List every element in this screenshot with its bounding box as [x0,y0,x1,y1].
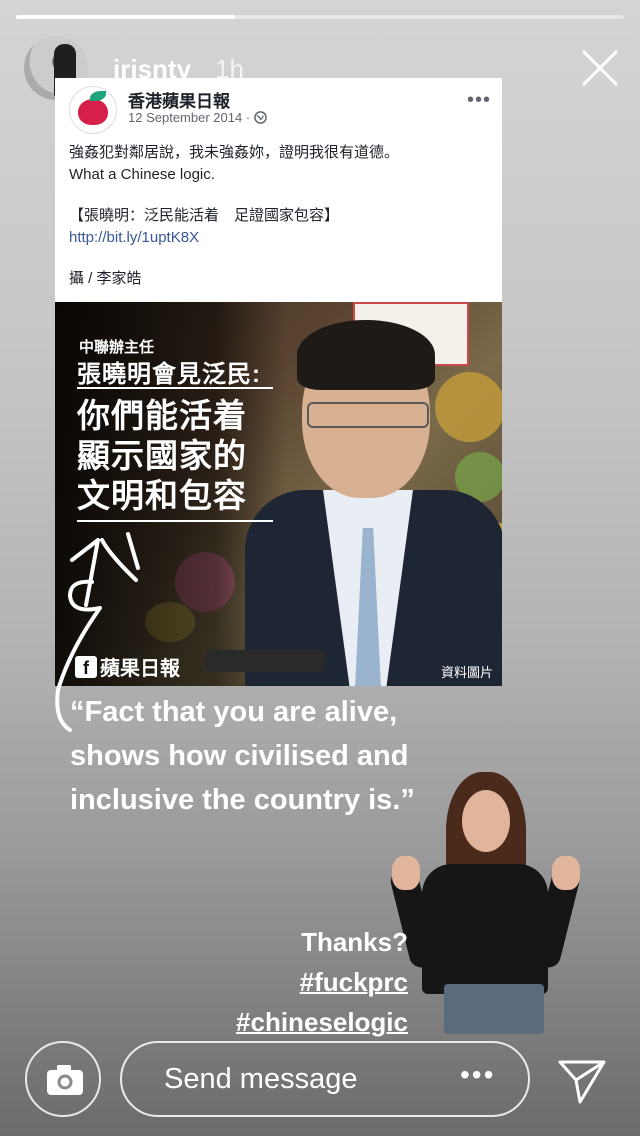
post-link: http://bit.ly/1uptK8X [69,229,200,246]
send-direct-button[interactable] [556,1054,608,1106]
more-options-icon[interactable]: ••• [460,1059,495,1091]
paper-plane-icon [558,1060,606,1104]
page-name: 香港蘋果日報 [128,92,230,111]
microphones [205,650,325,672]
thanks-text: Thanks? [301,927,408,957]
post-date: 12 September 2014 · [128,110,267,125]
caption-line: 你們能活着 [77,397,247,434]
post-date-text: 12 September 2014 · [128,110,251,125]
camera-button[interactable] [25,1041,101,1117]
photo-credit: 攝 / 李家皓 [69,270,142,287]
story-progress-bar [16,15,624,19]
woman-shrugging-sticker [388,772,582,1034]
hashtag[interactable]: #fuckprc [236,962,408,1002]
send-message-input[interactable]: Send message ••• [120,1041,530,1117]
message-placeholder: Send message [164,1063,358,1095]
hashtag[interactable]: #chineselogic [236,1002,408,1042]
caption-name: 張曉明會見泛民: [77,361,261,388]
caption-line: 顯示國家的 [77,437,247,474]
post-line: 強姦犯對鄰居說，我未強姦妳，證明我很有道德。 [69,144,400,161]
globe-icon [253,111,267,124]
post-line: What a Chinese logic. [69,166,215,183]
more-options-icon: ••• [467,89,492,111]
post-headline: 【張曉明：泛民能活着 足證國家包容】 [69,207,340,224]
story-progress-fill [16,15,235,19]
close-icon [582,50,618,86]
page-logo [69,86,117,134]
quote-line: “Fact that you are alive, [70,696,398,728]
close-button[interactable] [580,48,620,88]
story-tags: Thanks? #fuckprc #chineselogic [236,922,408,1042]
post-text: 強姦犯對鄰居說，我未強姦妳，證明我很有道德。 What a Chinese lo… [69,142,489,290]
file-photo-label: 資料圖片 [441,665,494,680]
camera-icon [47,1065,83,1095]
